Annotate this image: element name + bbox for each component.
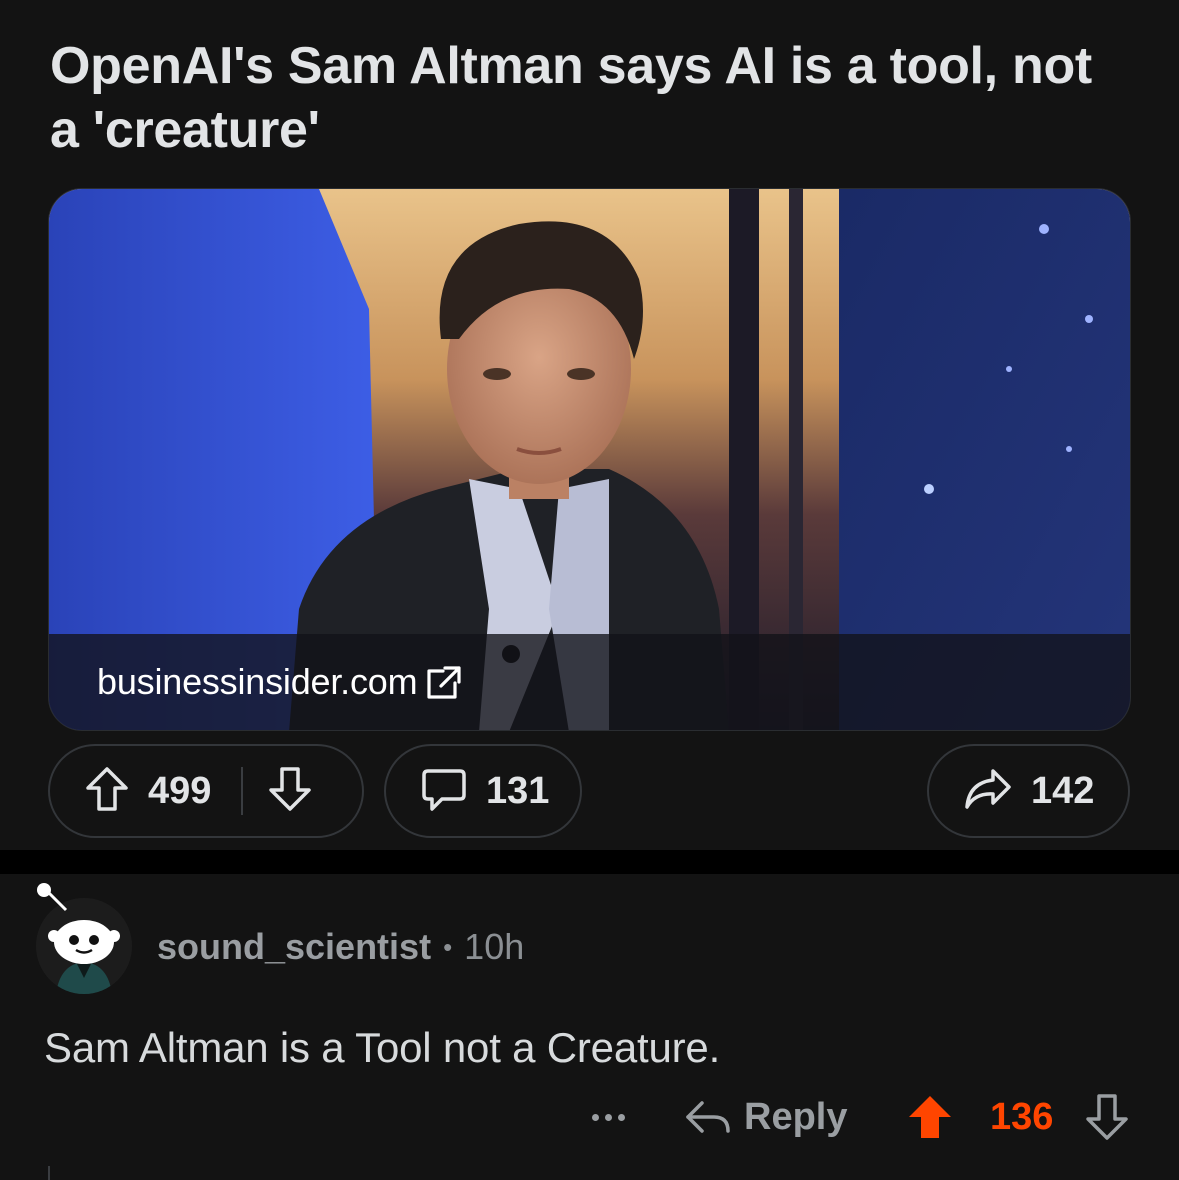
arrow-down-outline-icon[interactable] (267, 765, 313, 818)
post-title[interactable]: OpenAI's Sam Altman says AI is a tool, n… (50, 34, 1130, 162)
share-button[interactable]: 142 (927, 744, 1130, 838)
post: OpenAI's Sam Altman says AI is a tool, n… (0, 0, 1179, 850)
link-domain: businessinsider.com (97, 661, 418, 702)
antenna-icon (36, 882, 76, 917)
thread-line (48, 1166, 50, 1180)
comment-actions: Reply 136 (0, 1092, 1179, 1142)
more-dots-icon[interactable] (592, 1092, 625, 1142)
comment-meta: sound_scientist • 10h (157, 926, 524, 968)
reply-label: Reply (744, 1095, 848, 1138)
arrow-up-filled-icon[interactable] (906, 1092, 954, 1142)
post-vote-bar: 499 (48, 744, 364, 838)
share-arrow-icon (963, 767, 1013, 816)
link-preview-card[interactable]: businessinsider.com (48, 188, 1131, 731)
external-link-icon (423, 665, 463, 701)
meta-separator: • (443, 931, 453, 962)
section-divider (0, 850, 1179, 874)
comment-score: 136 (990, 1096, 1054, 1138)
comment-count: 131 (486, 769, 550, 812)
comments-button[interactable]: 131 (384, 744, 582, 838)
vote-divider (241, 767, 244, 815)
arrow-down-outline-icon[interactable] (1084, 1092, 1130, 1142)
comment: sound_scientist • 10h Sam Altman is a To… (0, 874, 1179, 1180)
post-score: 499 (148, 769, 212, 812)
comment-body: Sam Altman is a Tool not a Creature. (44, 1024, 721, 1071)
speech-bubble-icon (420, 765, 468, 818)
reply-arrow-icon (686, 1101, 730, 1133)
arrow-up-outline-icon[interactable] (84, 765, 130, 818)
reply-button[interactable]: Reply (684, 1092, 847, 1142)
share-count: 142 (1031, 769, 1095, 812)
link-domain-bar[interactable]: businessinsider.com (49, 634, 1130, 730)
comment-time: 10h (464, 926, 525, 967)
comment-author[interactable]: sound_scientist (157, 926, 431, 968)
